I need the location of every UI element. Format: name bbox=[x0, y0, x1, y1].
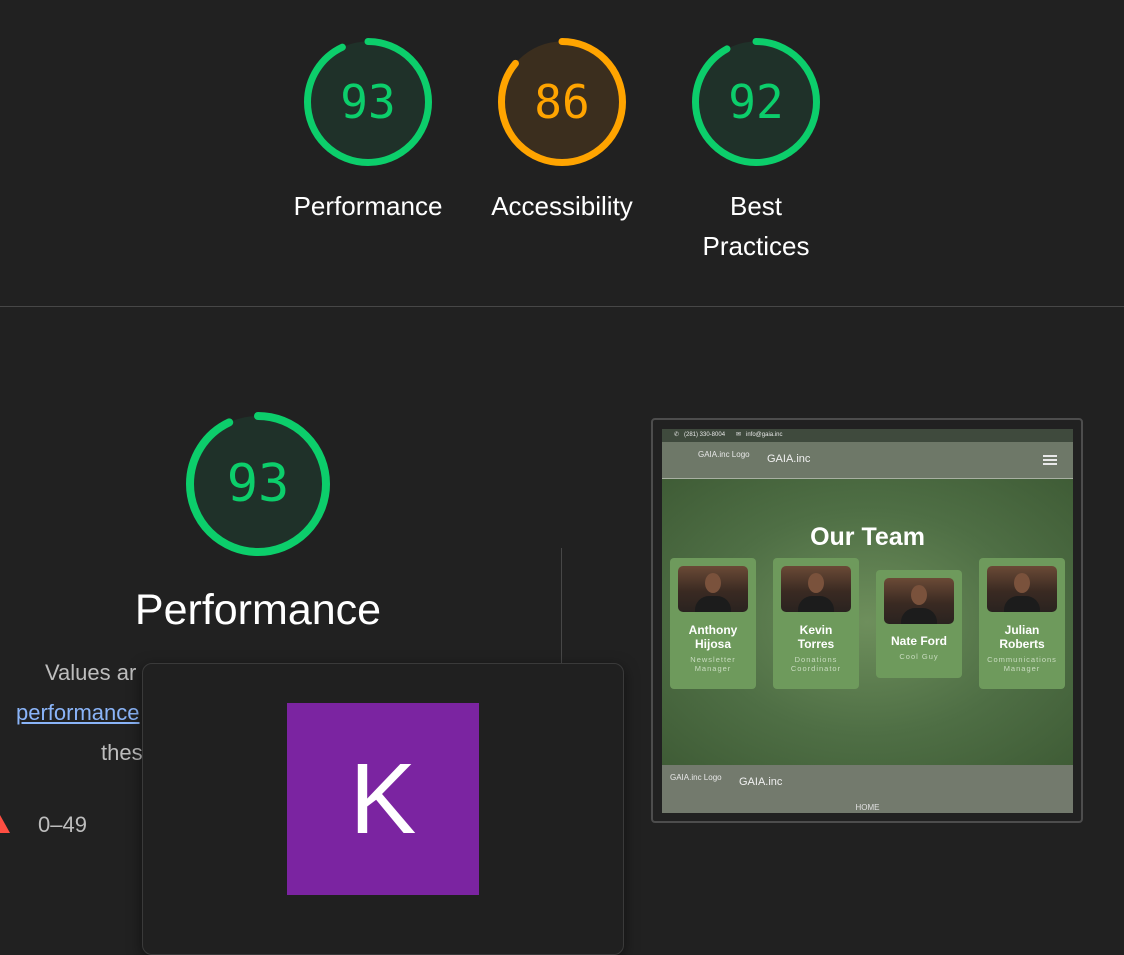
team-photo bbox=[884, 578, 954, 624]
team-name: Nate Ford bbox=[890, 634, 947, 648]
performance-link[interactable]: performance bbox=[16, 700, 140, 726]
team-name: Julian bbox=[1004, 623, 1040, 637]
team-name: Kevin bbox=[799, 623, 833, 637]
gauge-score: 86 bbox=[534, 75, 590, 129]
performance-score-gauge[interactable]: 93 bbox=[304, 38, 432, 166]
site-topbar: ✆ (281) 330-8004 ✉ info@gaia.inc bbox=[662, 429, 1073, 442]
team-card: Nate Ford Cool Guy bbox=[876, 570, 962, 678]
fail-triangle-icon bbox=[0, 815, 10, 833]
team-role: Cool Guy bbox=[899, 652, 939, 661]
gauge-label-line: Practices bbox=[702, 231, 810, 261]
hamburger-icon bbox=[1043, 455, 1057, 465]
team-card: Kevin Torres Donations Coordinator bbox=[773, 558, 859, 689]
team-role: Communications bbox=[987, 655, 1057, 664]
team-name: Roberts bbox=[999, 637, 1045, 651]
site-preview: ✆ (281) 330-8004 ✉ info@gaia.inc GAIA.in… bbox=[662, 429, 1073, 813]
avatar: K bbox=[287, 703, 479, 895]
gauge-label-best-practices: Best Practices bbox=[656, 186, 856, 266]
team-role: Manager bbox=[1003, 664, 1041, 673]
best-practices-score-gauge[interactable]: 92 bbox=[692, 38, 820, 166]
gauge-label-accessibility: Accessibility bbox=[491, 191, 633, 221]
team-name: Hijosa bbox=[694, 637, 731, 651]
team-role: Donations bbox=[794, 655, 838, 664]
footer-home-link: HOME bbox=[855, 803, 880, 812]
performance-title: Performance bbox=[134, 586, 382, 634]
team-photo bbox=[781, 566, 851, 612]
team-heading: Our Team bbox=[810, 523, 925, 551]
site-navbar: GAIA.inc Logo GAIA.inc bbox=[662, 442, 1073, 479]
team-role: Newsletter bbox=[690, 655, 736, 664]
performance-description-cont: thes bbox=[101, 740, 143, 765]
legend-fail-range: 0–49 bbox=[38, 812, 87, 837]
site-footer: GAIA.inc Logo GAIA.inc HOME bbox=[662, 765, 1073, 813]
site-brand: GAIA.inc bbox=[767, 453, 811, 465]
footer-brand: GAIA.inc bbox=[739, 776, 783, 788]
team-role: Manager bbox=[694, 664, 732, 673]
team-photo bbox=[678, 566, 748, 612]
performance-description: Values ar bbox=[45, 660, 137, 685]
gauge-score: 93 bbox=[226, 454, 290, 514]
gauge-label-performance: Performance bbox=[293, 191, 443, 221]
accessibility-score-gauge[interactable]: 86 bbox=[498, 38, 626, 166]
team-role: Coordinator bbox=[790, 664, 842, 673]
team-card: Anthony Hijosa Newsletter Manager bbox=[670, 558, 756, 689]
performance-large-gauge: 93 bbox=[186, 412, 330, 556]
team-name: Anthony bbox=[688, 623, 738, 637]
gauge-label-line: Best bbox=[729, 191, 783, 221]
gauge-score: 92 bbox=[728, 75, 784, 129]
avatar-popup: K bbox=[142, 663, 624, 955]
footer-logo: GAIA.inc Logo bbox=[670, 773, 722, 782]
section-divider bbox=[0, 306, 1124, 307]
site-phone: (281) 330-8004 bbox=[684, 432, 726, 438]
site-logo: GAIA.inc Logo bbox=[698, 450, 750, 459]
site-email: info@gaia.inc bbox=[746, 432, 783, 438]
team-name: Torres bbox=[797, 637, 835, 651]
final-screenshot[interactable]: ✆ (281) 330-8004 ✉ info@gaia.inc GAIA.in… bbox=[651, 418, 1083, 823]
phone-icon: ✆ bbox=[674, 432, 680, 438]
column-divider bbox=[561, 548, 562, 666]
team-card: Julian Roberts Communications Manager bbox=[979, 558, 1065, 689]
gauge-score: 93 bbox=[340, 75, 396, 129]
team-photo bbox=[987, 566, 1057, 612]
mail-icon: ✉ bbox=[736, 432, 742, 438]
